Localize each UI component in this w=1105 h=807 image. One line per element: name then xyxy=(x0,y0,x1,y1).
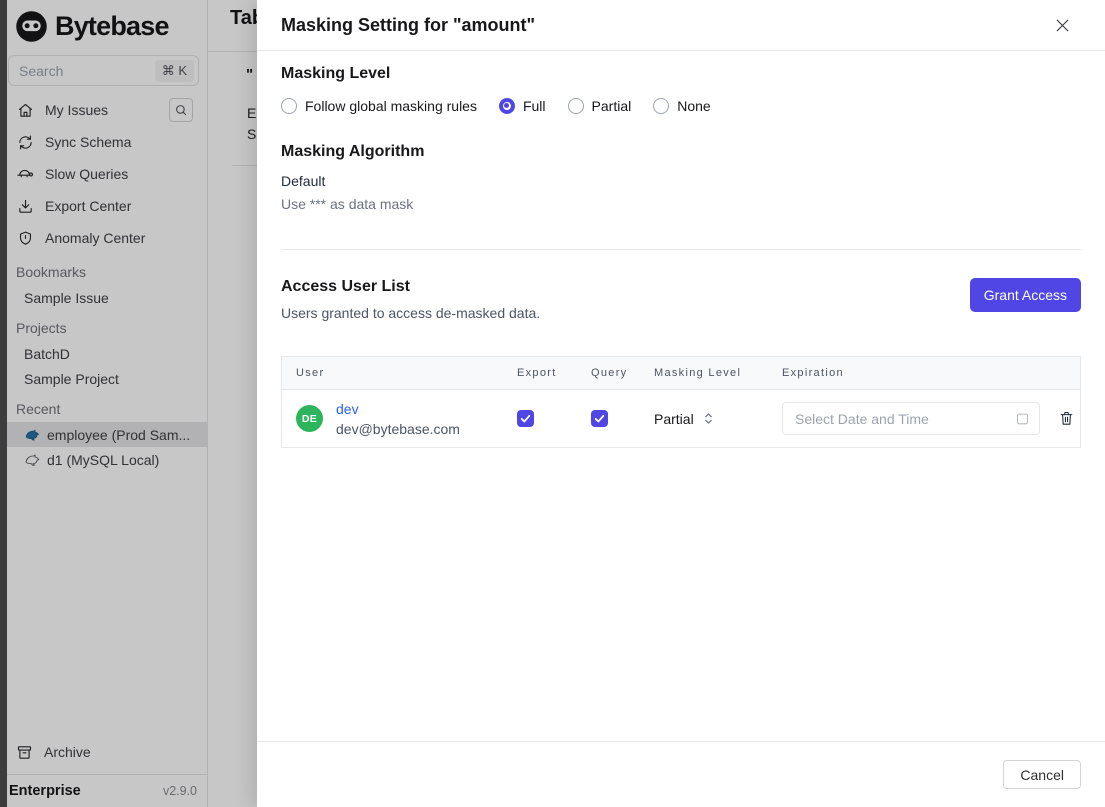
modal-header: Masking Setting for "amount" xyxy=(257,0,1105,51)
masking-level-select[interactable]: Partial xyxy=(640,411,768,427)
expiration-date-input[interactable]: Select Date and Time xyxy=(782,402,1040,435)
radio-icon xyxy=(567,98,584,114)
divider xyxy=(281,249,1081,250)
masking-level-heading: Masking Level xyxy=(281,65,391,82)
masking-algorithm-heading: Masking Algorithm xyxy=(281,143,425,160)
calendar-icon xyxy=(1016,413,1029,425)
query-checkbox[interactable] xyxy=(591,410,608,427)
access-user-table: User Export Query Masking Level Expirati… xyxy=(281,356,1081,448)
user-link[interactable]: dev xyxy=(336,401,359,417)
radio-icon xyxy=(653,98,670,114)
column-header-query: Query xyxy=(591,367,628,379)
date-placeholder: Select Date and Time xyxy=(795,410,929,427)
access-user-list-header: Access User List Users granted to access… xyxy=(281,278,1081,321)
query-cell xyxy=(577,410,640,427)
expiration-cell: Select Date and Time xyxy=(768,402,1080,435)
radio-icon xyxy=(281,98,297,114)
radio-label: Partial xyxy=(591,98,632,114)
access-user-list-description: Users granted to access de-masked data. xyxy=(281,305,541,321)
grant-access-button[interactable]: Grant Access xyxy=(969,278,1081,312)
checkbox-checked-icon xyxy=(520,414,531,423)
radio-label: None xyxy=(677,98,711,114)
radio-follow-global-rules[interactable]: Follow global masking rules xyxy=(281,98,477,114)
close-icon[interactable] xyxy=(1048,11,1077,40)
table-header: User Export Query Masking Level Expirati… xyxy=(282,357,1080,390)
column-header-expiration: Expiration xyxy=(782,367,844,379)
table-row: DE dev dev@bytebase.com Partial Select D… xyxy=(282,390,1080,447)
cancel-button[interactable]: Cancel xyxy=(1003,760,1081,789)
column-header-user: User xyxy=(296,367,325,379)
access-user-list-heading: Access User List xyxy=(281,278,410,295)
checkbox-checked-icon xyxy=(594,414,605,423)
radio-full[interactable]: Full xyxy=(498,98,546,114)
delete-icon[interactable] xyxy=(1056,408,1077,429)
user-email: dev@bytebase.com xyxy=(336,420,460,437)
algorithm-name: Default xyxy=(281,173,326,189)
radio-label: Full xyxy=(522,98,546,114)
column-header-masking-level: Masking Level xyxy=(654,367,742,379)
masking-setting-modal: Masking Setting for "amount" Masking Lev… xyxy=(257,0,1105,807)
chevron-up-down-icon xyxy=(704,413,712,424)
algorithm-description: Use *** as data mask xyxy=(281,196,414,212)
export-cell xyxy=(503,410,577,427)
radio-none[interactable]: None xyxy=(653,98,711,114)
radio-label: Follow global masking rules xyxy=(305,98,477,114)
masking-level-value: Partial xyxy=(654,410,694,427)
modal-title: Masking Setting for "amount" xyxy=(281,14,536,35)
radio-partial[interactable]: Partial xyxy=(567,98,632,114)
masking-level-radio-group: Follow global masking rules Full Partial… xyxy=(281,98,1081,114)
export-checkbox[interactable] xyxy=(517,410,534,427)
avatar: DE xyxy=(296,405,323,432)
modal-body: Masking Level Follow global masking rule… xyxy=(257,51,1105,448)
radio-selected-icon xyxy=(498,98,515,114)
user-cell: DE dev dev@bytebase.com xyxy=(282,401,503,437)
modal-footer: Cancel xyxy=(257,741,1105,807)
column-header-export: Export xyxy=(517,367,557,379)
